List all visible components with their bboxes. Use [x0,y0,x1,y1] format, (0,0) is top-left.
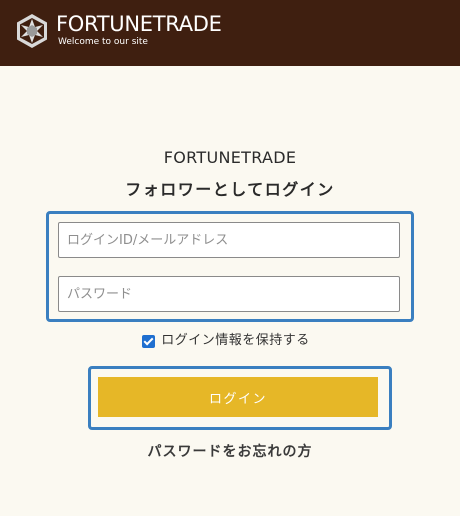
login-id-field[interactable] [58,222,400,258]
site-name: FORTUNETRADE [163,148,297,167]
forgot-password-link[interactable]: パスワードをお忘れの方 [0,443,460,461]
logo-tagline: Welcome to our site [58,37,148,47]
login-button[interactable]: ログイン [98,377,378,417]
hexagon-star-icon [17,14,47,48]
site-header: FORTUNETRADE Welcome to our site [0,0,460,66]
logo-name: FORTUNETRADE [56,12,222,36]
page-title: フォロワーとしてログイン [125,180,335,199]
remember-login-label: ログイン情報を保持する [161,333,310,348]
remember-login-option[interactable]: ログイン情報を保持する [0,331,460,351]
password-field[interactable] [58,276,400,312]
remember-login-checkbox[interactable] [142,334,156,348]
